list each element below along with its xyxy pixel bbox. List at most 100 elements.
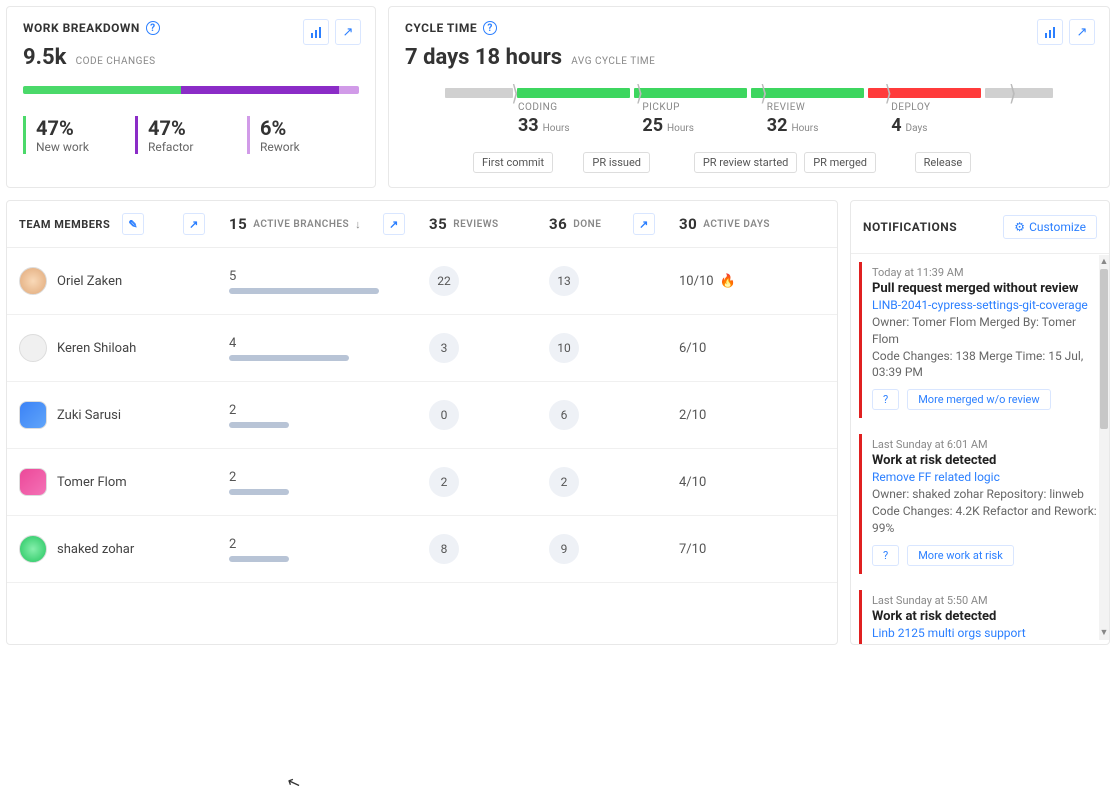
expand-icon-button[interactable]: ↗ <box>1069 19 1095 45</box>
work-breakdown-card: ↗ WORK BREAKDOWN? 9.5k CODE CHANGES 47% … <box>6 6 376 188</box>
team-members-table: TEAM MEMBERS ✎ ↗ 15 ACTIVE BRANCHES ↓ ↗ … <box>6 200 838 645</box>
reviews-value: 8 <box>429 534 459 564</box>
notifications-panel: NOTIFICATIONS ⚙ Customize Today at 11:39… <box>850 200 1110 645</box>
branch-bar <box>229 288 379 294</box>
branch-bar <box>229 556 289 562</box>
notifications-title: NOTIFICATIONS <box>863 220 957 234</box>
scroll-down-icon[interactable]: ▼ <box>1099 626 1109 640</box>
notification-more-button[interactable]: More work at risk <box>907 545 1014 566</box>
expand-icon-button[interactable]: ↗ <box>183 213 205 235</box>
done-value: 9 <box>549 534 579 564</box>
notification-link[interactable]: Remove FF related logic <box>872 470 1097 484</box>
chart-icon-button[interactable] <box>1037 19 1063 45</box>
expand-icon-button[interactable]: ↗ <box>633 213 655 235</box>
stat-name: Refactor <box>148 140 247 154</box>
work-breakdown-stat: 6% Rework <box>247 116 359 154</box>
reviews-value: 3 <box>429 333 459 363</box>
notification-item[interactable]: Today at 11:39 AM Pull request merged wi… <box>859 262 1105 418</box>
cycle-time-card: ↗ CYCLE TIME? 7 days 18 hours AVG CYCLE … <box>388 6 1110 188</box>
chart-icon-button[interactable] <box>303 19 329 45</box>
cycle-time-label: AVG CYCLE TIME <box>571 56 655 67</box>
reviews-value: 0 <box>429 400 459 430</box>
table-row[interactable]: Oriel Zaken 5 22 13 10/10🔥 <box>7 248 837 315</box>
done-value: 6 <box>549 400 579 430</box>
notification-link[interactable]: Linb 2125 multi orgs support <box>872 626 1097 640</box>
notifications-scrollbar[interactable]: ▲ ▼ <box>1099 255 1109 640</box>
chevron-right-icon: › <box>1010 60 1016 120</box>
branch-count: 2 <box>229 470 405 485</box>
active-days-value: 2/10 <box>679 408 706 423</box>
notification-time: Last Sunday at 5:50 AM <box>872 594 1097 607</box>
notification-headline: Work at risk detected <box>872 609 1097 624</box>
active-days-value: 7/10 <box>679 542 706 557</box>
member-name: Oriel Zaken <box>57 274 122 289</box>
reviews-label: REVIEWS <box>453 219 498 230</box>
table-row[interactable]: Zuki Sarusi 2 0 6 2/10 <box>7 382 837 449</box>
member-name: Zuki Sarusi <box>57 408 121 423</box>
table-row[interactable]: Keren Shiloah 4 3 10 6/10 <box>7 315 837 382</box>
sort-down-icon[interactable]: ↓ <box>355 218 361 231</box>
stat-percent: 6% <box>260 116 359 140</box>
branches-count: 15 <box>229 215 247 233</box>
branch-count: 2 <box>229 403 405 418</box>
notification-time: Today at 11:39 AM <box>872 266 1097 279</box>
notification-item[interactable]: Last Sunday at 5:50 AM Work at risk dete… <box>859 590 1105 644</box>
scroll-up-icon[interactable]: ▲ <box>1099 255 1109 269</box>
notification-item[interactable]: Last Sunday at 6:01 AM Work at risk dete… <box>859 434 1105 573</box>
cycle-event: PR merged <box>804 152 876 173</box>
work-breakdown-stat: 47% Refactor <box>135 116 247 154</box>
active-days-label: ACTIVE DAYS <box>703 219 770 230</box>
done-value: 13 <box>549 266 579 296</box>
active-days-count: 30 <box>679 215 697 233</box>
expand-icon-button[interactable]: ↗ <box>383 213 405 235</box>
done-value: 10 <box>549 333 579 363</box>
done-value: 2 <box>549 467 579 497</box>
cycle-event: PR review started <box>694 152 798 173</box>
notification-meta: Owner: shaked zohar Repository: linwebCo… <box>872 486 1097 536</box>
chevron-right-icon: › <box>512 60 518 120</box>
cycle-stage: › CODING 33Hours <box>518 102 642 136</box>
code-changes-label: CODE CHANGES <box>76 56 156 67</box>
branch-count: 4 <box>229 336 405 351</box>
gear-icon: ⚙ <box>1014 220 1025 234</box>
team-members-header: TEAM MEMBERS <box>19 218 110 231</box>
cursor-icon: ↖ <box>284 771 303 793</box>
member-name: shaked zohar <box>57 542 134 557</box>
member-name: Tomer Flom <box>57 475 127 490</box>
cycle-stage: › DEPLOY 4Days <box>891 102 1015 136</box>
active-days-value: 6/10 <box>679 341 706 356</box>
help-icon[interactable]: ? <box>146 21 160 35</box>
branch-count: 5 <box>229 269 405 284</box>
notification-link[interactable]: LINB-2041-cypress-settings-git-coverage <box>872 298 1097 312</box>
work-breakdown-bar <box>23 86 359 94</box>
branches-label: ACTIVE BRANCHES <box>253 219 349 230</box>
table-row[interactable]: Tomer Flom 2 2 2 4/10 <box>7 449 837 516</box>
done-label: DONE <box>573 219 601 230</box>
code-changes-value: 9.5k <box>23 45 66 70</box>
notification-more-button[interactable]: More merged w/o review <box>907 389 1050 410</box>
done-count: 36 <box>549 215 567 233</box>
avatar <box>19 267 47 295</box>
reviews-count: 35 <box>429 215 447 233</box>
branch-count: 2 <box>229 537 405 552</box>
flame-icon: 🔥 <box>720 274 736 289</box>
notification-help-button[interactable]: ? <box>872 389 899 410</box>
table-row[interactable]: shaked zohar 2 8 9 7/10 <box>7 516 837 583</box>
stat-percent: 47% <box>36 116 135 140</box>
work-breakdown-title: WORK BREAKDOWN <box>23 21 140 35</box>
stat-name: Rework <box>260 140 359 154</box>
cycle-time-value: 7 days 18 hours <box>405 45 562 70</box>
scroll-thumb[interactable] <box>1100 269 1108 429</box>
reviews-value: 22 <box>429 266 459 296</box>
edit-icon-button[interactable]: ✎ <box>122 213 144 235</box>
notification-help-button[interactable]: ? <box>872 545 899 566</box>
cycle-time-title: CYCLE TIME <box>405 21 477 35</box>
expand-icon-button[interactable]: ↗ <box>335 19 361 45</box>
help-icon[interactable]: ? <box>483 21 497 35</box>
notification-time: Last Sunday at 6:01 AM <box>872 438 1097 451</box>
customize-button[interactable]: ⚙ Customize <box>1003 215 1097 239</box>
avatar <box>19 535 47 563</box>
stat-name: New work <box>36 140 135 154</box>
branch-bar <box>229 355 349 361</box>
avatar <box>19 468 47 496</box>
